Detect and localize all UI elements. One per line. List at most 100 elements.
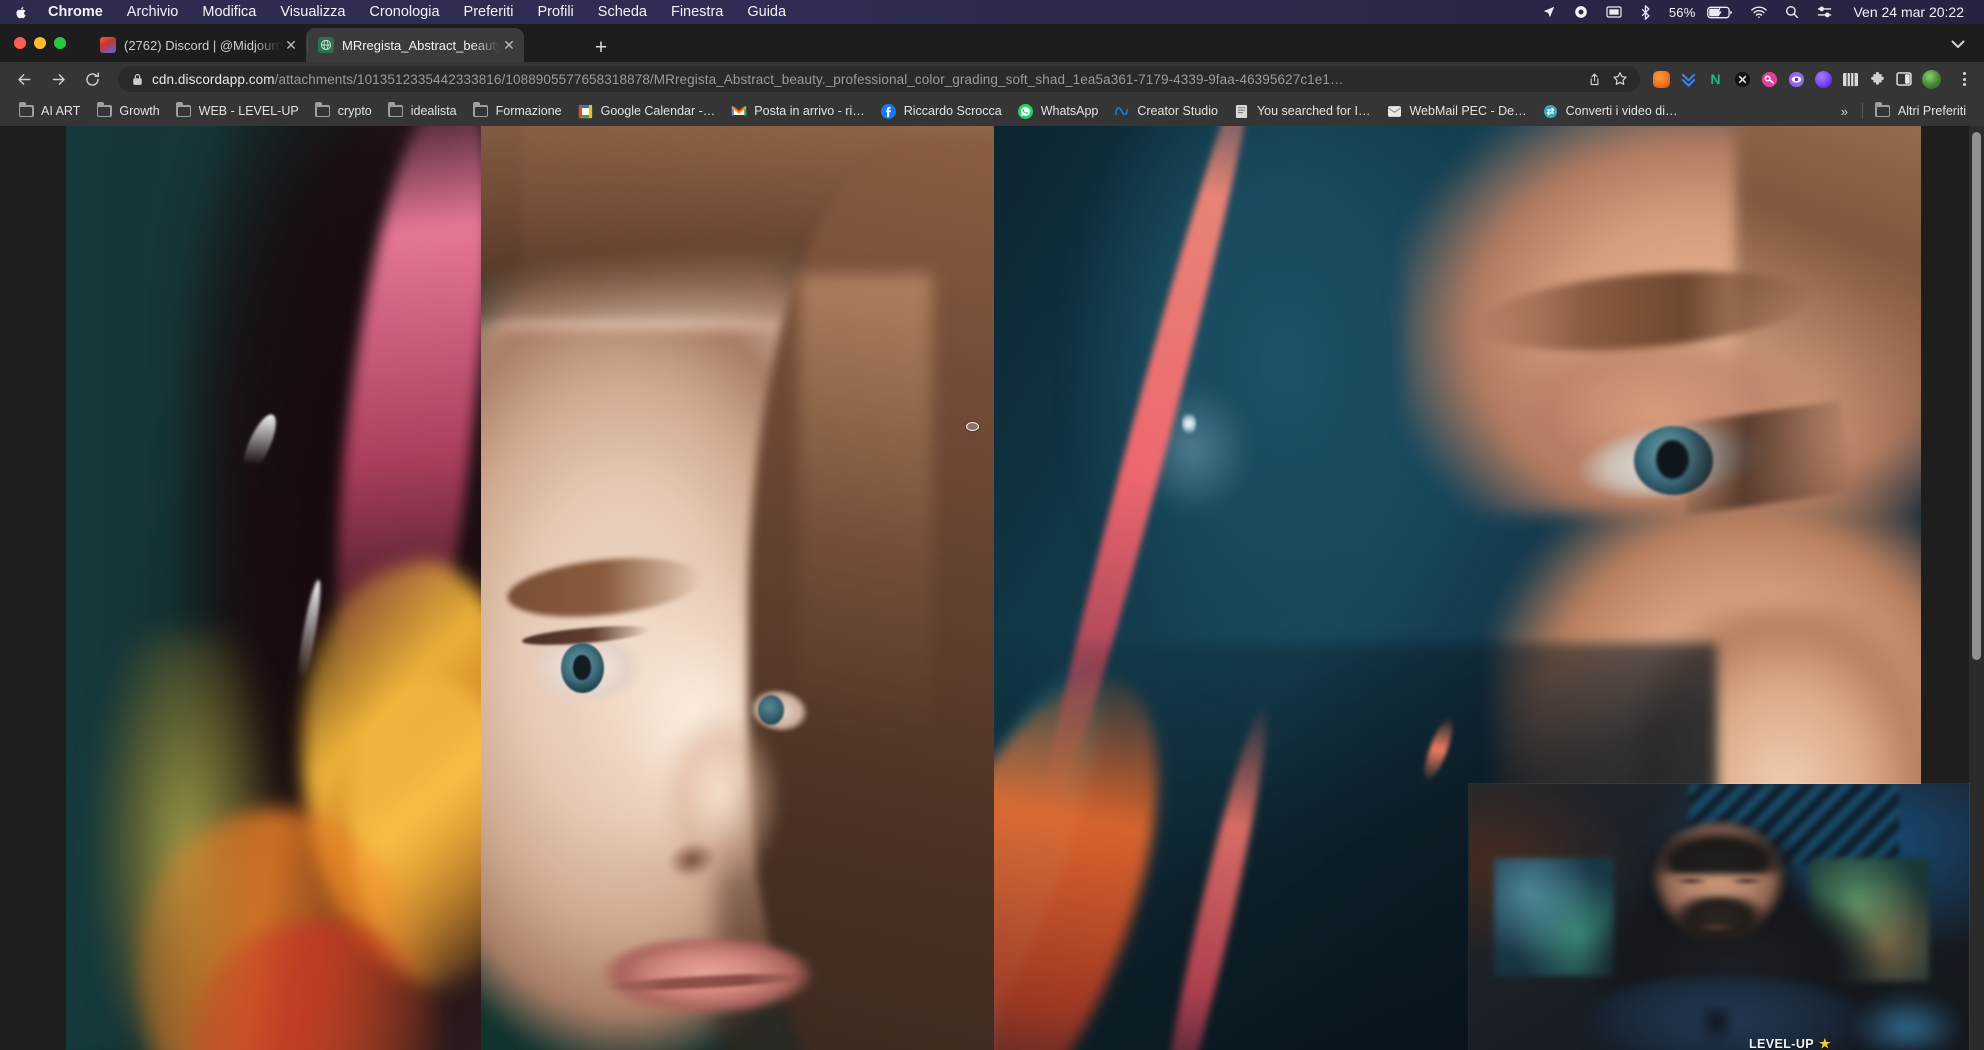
tab-mrregista-image[interactable]: MRregista_Abstract_beauty_… ✕ [306, 28, 524, 62]
menu-item-visualizza[interactable]: Visualizza [268, 0, 357, 24]
spotlight-search-icon[interactable] [1776, 0, 1808, 24]
menu-item-finestra[interactable]: Finestra [659, 0, 735, 24]
grid-extension-icon[interactable] [1837, 66, 1863, 92]
control-center-icon[interactable] [1808, 0, 1841, 24]
black-circle-extension-icon[interactable] [1729, 66, 1755, 92]
tab-list: (2762) Discord | @Midjourney | ✕ MRregis… [88, 28, 524, 62]
blue-light-glow [1829, 976, 1959, 1050]
bookmark-label: WhatsApp [1041, 104, 1099, 118]
green-n-extension-icon[interactable]: N [1702, 66, 1728, 92]
tab-discord[interactable]: (2762) Discord | @Midjourney | ✕ [88, 28, 306, 62]
bookmark-label: Google Calendar -… [601, 104, 716, 118]
menu-item-cronologia[interactable]: Cronologia [357, 0, 451, 24]
back-arrow-icon[interactable] [10, 65, 38, 93]
bookmark-web-level-up[interactable]: WEB - LEVEL-UP [168, 100, 307, 122]
apple-logo-icon[interactable] [14, 5, 36, 20]
bookmark-label: Growth [119, 104, 159, 118]
bookmark-formazione[interactable]: Formazione [465, 100, 570, 122]
menu-item-guida[interactable]: Guida [735, 0, 798, 24]
converter-icon [1543, 103, 1559, 119]
macos-menu-bar: Chrome Archivio Modifica Visualizza Cron… [0, 0, 1984, 24]
bluetooth-icon[interactable] [1631, 0, 1660, 24]
bookmarks-overflow-button[interactable]: » [1831, 104, 1858, 119]
menu-item-chrome[interactable]: Chrome [36, 0, 115, 24]
bookmark-webmail-pec[interactable]: WebMail PEC - De… [1378, 100, 1534, 122]
purple-blob-extension-icon[interactable] [1810, 66, 1836, 92]
bookmark-crypto[interactable]: crypto [307, 100, 380, 122]
puzzle-extension-icon[interactable] [1864, 66, 1890, 92]
tab-close-icon[interactable]: ✕ [500, 36, 518, 54]
menu-bar-status-area: 56% Ven 24 mar 20:22 [1533, 0, 1984, 24]
tab-title: MRregista_Abstract_beauty_… [342, 38, 500, 53]
bookmark-label: crypto [338, 104, 372, 118]
screen-record-icon[interactable] [1565, 0, 1597, 24]
gmail-icon [731, 103, 747, 119]
bookmark-label: You searched for I… [1257, 104, 1371, 118]
bookmark-growth[interactable]: Growth [88, 100, 167, 122]
bookmark-whatsapp[interactable]: WhatsApp [1010, 100, 1107, 122]
folder-icon [388, 103, 404, 119]
menu-item-modifica[interactable]: Modifica [190, 0, 268, 24]
tab-title: (2762) Discord | @Midjourney | [124, 38, 282, 53]
profile-avatar[interactable] [1918, 66, 1944, 92]
svg-text:N: N [1710, 72, 1720, 88]
bookmark-facebook-riccardo[interactable]: Riccardo Scrocca [873, 100, 1010, 122]
bookmarks-bar: AI ART Growth WEB - LEVEL-UP crypto idea… [0, 96, 1984, 126]
address-bar-actions [1582, 67, 1636, 91]
tab-close-icon[interactable]: ✕ [282, 36, 300, 54]
location-arrow-icon[interactable] [1533, 0, 1565, 24]
menu-bar-clock[interactable]: Ven 24 mar 20:22 [1841, 4, 1970, 20]
menu-item-profili[interactable]: Profili [526, 0, 586, 24]
bookmark-ai-art[interactable]: AI ART [10, 100, 88, 122]
menu-item-scheda[interactable]: Scheda [586, 0, 659, 24]
share-icon[interactable] [1582, 67, 1606, 91]
battery-charging-icon[interactable] [1698, 0, 1742, 24]
link-cursor [966, 422, 979, 431]
discord-favicon [100, 37, 116, 53]
chevron-down-icon[interactable] [1948, 34, 1968, 54]
bookmark-label: idealista [411, 104, 457, 118]
bookmark-gmail-inbox[interactable]: Posta in arrivo - ri… [723, 100, 872, 122]
sidebar-toggle-icon[interactable] [1891, 66, 1917, 92]
blue-chevron-extension-icon[interactable] [1675, 66, 1701, 92]
extension-icons: N [1648, 66, 1952, 92]
orange-fox-extension-icon[interactable] [1648, 66, 1674, 92]
folder-icon [176, 103, 192, 119]
wifi-icon[interactable] [1742, 0, 1776, 24]
scrollbar-thumb[interactable] [1972, 132, 1981, 660]
person-eyes [1669, 877, 1769, 885]
vertical-scrollbar[interactable] [1969, 126, 1984, 1050]
shirt-collar-opening [1694, 1007, 1739, 1050]
panel-top-center [481, 126, 994, 1050]
address-bar[interactable]: cdn.discordapp.com/attachments/101351233… [118, 66, 1640, 92]
reload-icon[interactable] [78, 65, 106, 93]
display-icon[interactable] [1597, 0, 1631, 24]
bookmark-you-searched-for[interactable]: You searched for I… [1226, 100, 1379, 122]
address-bar-url: cdn.discordapp.com/attachments/101351233… [152, 72, 1582, 87]
close-window-button[interactable] [14, 37, 26, 49]
forward-arrow-icon[interactable] [44, 65, 72, 93]
bookmark-star-icon[interactable] [1608, 67, 1632, 91]
person-hair [1639, 816, 1799, 875]
maximize-window-button[interactable] [54, 37, 66, 49]
bookmark-other-bookmarks[interactable]: Altri Preferiti [1867, 100, 1974, 122]
webcam-overlay[interactable]: LEVEL-UP ★ [1469, 784, 1969, 1050]
purple-eye-extension-icon[interactable] [1783, 66, 1809, 92]
webmail-icon [1386, 103, 1402, 119]
bookmark-idealista[interactable]: idealista [380, 100, 465, 122]
tab-divider [307, 36, 308, 54]
menu-item-preferiti[interactable]: Preferiti [452, 0, 526, 24]
bookmark-creator-studio[interactable]: Creator Studio [1106, 100, 1226, 122]
bookmark-google-calendar[interactable]: Google Calendar -… [570, 100, 724, 122]
facebook-icon [881, 103, 897, 119]
bookmark-label: Formazione [496, 104, 562, 118]
pink-key-extension-icon[interactable] [1756, 66, 1782, 92]
menu-item-archivio[interactable]: Archivio [115, 0, 191, 24]
new-tab-button[interactable]: + [590, 38, 612, 60]
three-dot-menu-icon[interactable] [1952, 66, 1976, 92]
bookmark-converti-video[interactable]: Converti i video di… [1535, 100, 1686, 122]
meta-creator-studio-icon [1114, 103, 1130, 119]
minimize-window-button[interactable] [34, 37, 46, 49]
browser-tab-strip: (2762) Discord | @Midjourney | ✕ MRregis… [0, 24, 1984, 62]
folder-icon [96, 103, 112, 119]
